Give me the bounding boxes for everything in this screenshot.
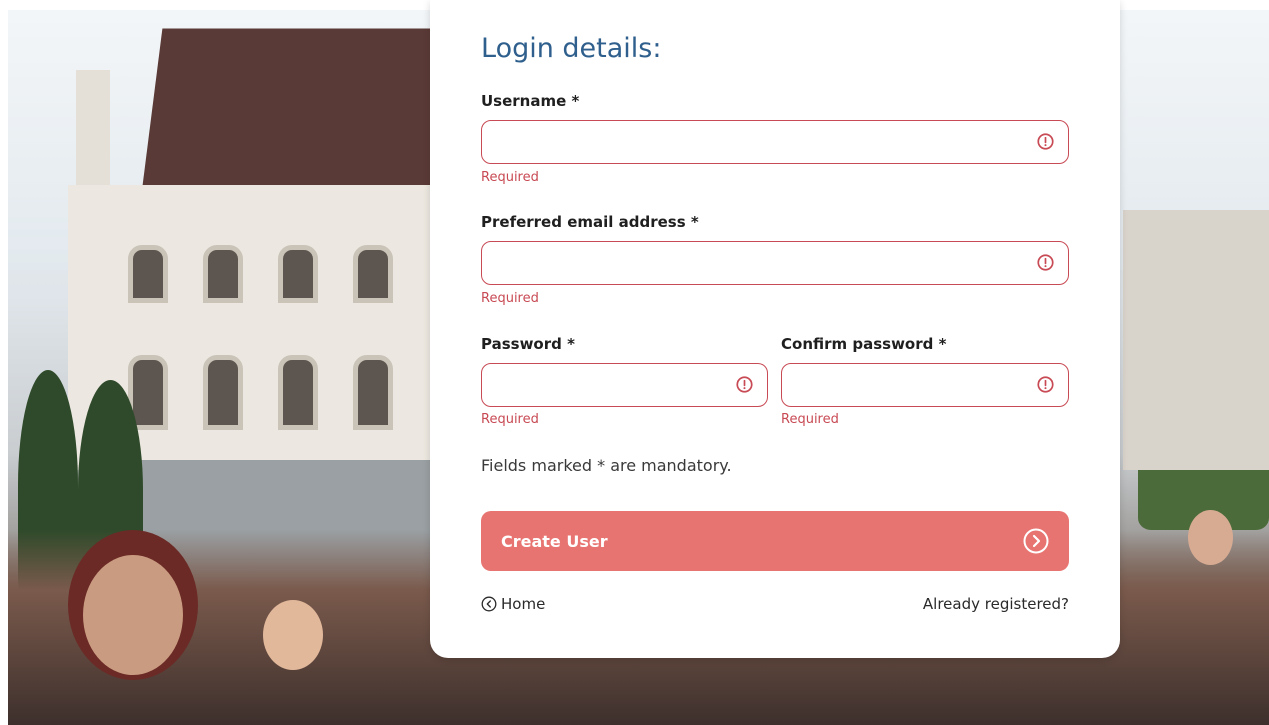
window xyxy=(128,245,168,303)
arrow-right-circle-icon xyxy=(1023,528,1049,554)
already-registered-link[interactable]: Already registered? xyxy=(923,595,1069,613)
window xyxy=(278,355,318,430)
window xyxy=(353,355,393,430)
confirm-password-error: Required xyxy=(781,412,839,427)
create-user-button[interactable]: Create User xyxy=(481,511,1069,571)
person-face xyxy=(1188,510,1233,565)
alert-circle-icon xyxy=(1037,254,1054,271)
confirm-password-label: Confirm password * xyxy=(781,335,947,353)
window xyxy=(203,355,243,430)
window xyxy=(203,245,243,303)
email-error: Required xyxy=(481,291,539,306)
username-field[interactable] xyxy=(481,120,1069,164)
building-right xyxy=(1123,210,1269,470)
username-error: Required xyxy=(481,170,539,185)
home-link-label: Home xyxy=(501,595,546,613)
confirm-password-field[interactable] xyxy=(781,363,1069,407)
window xyxy=(353,245,393,303)
alert-circle-icon xyxy=(736,376,753,393)
alert-circle-icon xyxy=(1037,133,1054,150)
username-label: Username * xyxy=(481,92,580,110)
alert-circle-icon xyxy=(1037,376,1054,393)
home-link[interactable]: Home xyxy=(481,595,545,613)
username-input[interactable] xyxy=(482,121,1046,163)
registration-card: Login details: Username * Required Prefe… xyxy=(430,0,1120,658)
password-field[interactable] xyxy=(481,363,768,407)
window xyxy=(278,245,318,303)
email-field[interactable] xyxy=(481,241,1069,285)
person-face xyxy=(83,555,183,675)
mandatory-note: Fields marked * are mandatory. xyxy=(481,456,732,475)
email-label: Preferred email address * xyxy=(481,213,699,231)
chevron-left-circle-icon xyxy=(481,596,497,612)
confirm-password-input[interactable] xyxy=(782,364,1046,406)
email-input[interactable] xyxy=(482,242,1046,284)
create-user-label: Create User xyxy=(501,531,608,551)
page-title: Login details: xyxy=(481,33,662,64)
password-error: Required xyxy=(481,412,539,427)
password-input[interactable] xyxy=(482,364,745,406)
password-label: Password * xyxy=(481,335,575,353)
person-face xyxy=(263,600,323,670)
